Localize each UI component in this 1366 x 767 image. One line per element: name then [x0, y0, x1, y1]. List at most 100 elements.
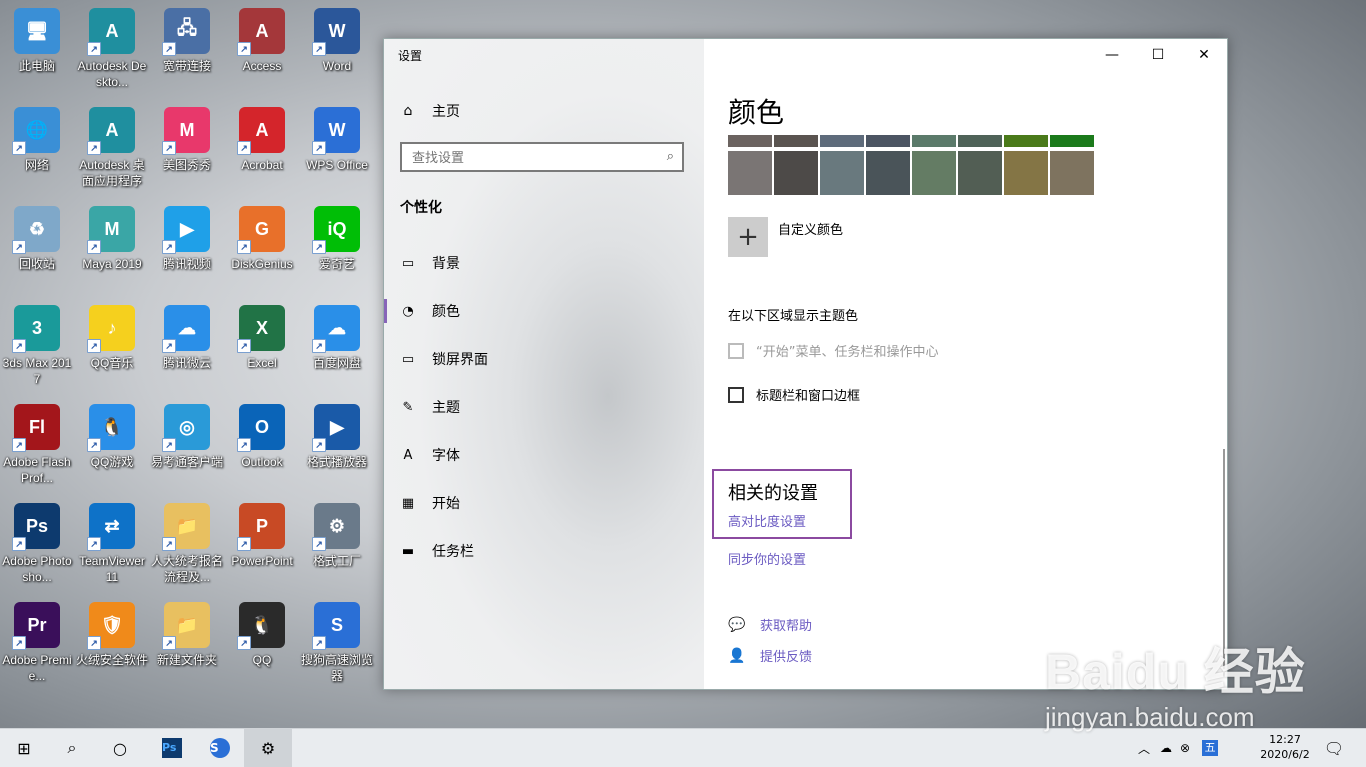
desktop-icon[interactable]: P ↗ PowerPoint — [225, 503, 299, 569]
desktop-icon[interactable]: 📁 ↗ 人大统考报名流程及... — [150, 503, 224, 585]
nav-item-4[interactable]: A 字体 — [384, 435, 704, 475]
color-swatch-top[interactable] — [912, 135, 956, 147]
search-button[interactable]: ⌕ — [48, 729, 96, 767]
desktop-icon[interactable]: A ↗ Autodesk Deskto... — [75, 8, 149, 90]
network-off-icon[interactable]: ⊗ — [1180, 741, 1190, 755]
checkbox-start-taskbar[interactable]: “开始”菜单、任务栏和操作中心 — [728, 341, 938, 360]
desktop-icon-label: 格式工厂 — [312, 554, 361, 568]
color-swatch[interactable] — [1050, 151, 1094, 195]
desktop-icon[interactable]: Ps ↗ Adobe Photosho... — [0, 503, 74, 585]
image-icon: ▭ — [401, 255, 415, 271]
feedback[interactable]: 👤 提供反馈 — [728, 646, 812, 666]
close-button[interactable]: ✕ — [1181, 39, 1227, 71]
checkbox-box[interactable] — [728, 386, 744, 403]
color-swatch-top[interactable] — [728, 135, 772, 147]
desktop-icon-label: Outlook — [241, 455, 283, 469]
desktop-icon[interactable]: A ↗ Acrobat — [225, 107, 299, 173]
nav-item-0[interactable]: ▭ 背景 — [384, 243, 704, 283]
desktop-icon[interactable]: Pr ↗ Adobe Premie... — [0, 602, 74, 684]
checkbox-box[interactable] — [728, 342, 744, 359]
desktop-icon[interactable]: X ↗ Excel — [225, 305, 299, 371]
desktop-icon-label: Excel — [247, 356, 277, 370]
desktop-icon-label: 新建文件夹 — [156, 653, 217, 667]
color-swatch-top[interactable] — [1004, 135, 1048, 147]
desktop-icon[interactable]: 🌐 ↗ 网络 — [0, 107, 74, 173]
start-button[interactable]: ⊞ — [0, 729, 48, 767]
search-icon[interactable]: ⌕ — [667, 149, 674, 164]
desktop-icon[interactable]: ⚙ ↗ 格式工厂 — [300, 503, 374, 569]
color-swatch[interactable] — [728, 151, 772, 195]
color-swatch[interactable] — [820, 151, 864, 195]
desktop-icon[interactable]: 📁 ↗ 新建文件夹 — [150, 602, 224, 668]
color-swatch-top[interactable] — [774, 135, 818, 147]
desktop-icon[interactable]: 🛡 ↗ 火绒安全软件 — [75, 602, 149, 668]
taskbar-sogou-browser[interactable]: S — [196, 729, 244, 767]
checkbox-titlebar[interactable]: 标题栏和窗口边框 — [728, 385, 860, 404]
desktop-icon[interactable]: iQ ↗ 爱奇艺 — [300, 206, 374, 272]
desktop-icon[interactable]: ☁ ↗ 百度网盘 — [300, 305, 374, 371]
nav-item-3[interactable]: ✎ 主题 — [384, 387, 704, 427]
custom-color[interactable]: + 自定义颜色 — [728, 217, 843, 257]
desktop-icon[interactable]: W ↗ Word — [300, 8, 374, 74]
taskbar-settings[interactable]: ⚙ — [244, 729, 292, 767]
desktop-icon[interactable]: A ↗ Autodesk 桌面应用程序 — [75, 107, 149, 189]
app-icon: M ↗ — [87, 206, 135, 254]
nav-home[interactable]: ⌂ 主页 — [400, 101, 460, 121]
desktop-icon[interactable]: G ↗ DiskGenius — [225, 206, 299, 272]
plus-icon[interactable]: + — [728, 217, 768, 257]
desktop-icon[interactable]: ▶ ↗ 腾讯视频 — [150, 206, 224, 272]
desktop-icon[interactable]: W ↗ WPS Office — [300, 107, 374, 173]
desktop-icon[interactable]: ♪ ↗ QQ音乐 — [75, 305, 149, 371]
desktop-icon[interactable]: 🖧 ↗ 宽带连接 — [150, 8, 224, 74]
shortcut-arrow-icon: ↗ — [12, 240, 26, 254]
shortcut-arrow-icon: ↗ — [87, 537, 101, 551]
color-swatch-top[interactable] — [1050, 135, 1094, 147]
desktop-icon[interactable]: A ↗ Access — [225, 8, 299, 74]
desktop-icon[interactable]: 🐧 ↗ QQ游戏 — [75, 404, 149, 470]
search-input[interactable] — [402, 144, 662, 170]
color-swatch[interactable] — [1004, 151, 1048, 195]
color-swatch-top[interactable] — [820, 135, 864, 147]
desktop-icon[interactable]: ▶ ↗ 格式播放器 — [300, 404, 374, 470]
desktop-icon[interactable]: Fl ↗ Adobe Flash Prof... — [0, 404, 74, 486]
desktop-icon[interactable]: ⇄ ↗ TeamViewer 11 — [75, 503, 149, 585]
chevron-up-icon[interactable]: ︿ — [1138, 740, 1150, 757]
palette-icon: ◔ — [402, 303, 414, 319]
color-swatch[interactable] — [912, 151, 956, 195]
nav-item-1[interactable]: ◔ 颜色 — [384, 291, 704, 331]
nav-item-5[interactable]: ▦ 开始 — [384, 483, 704, 523]
desktop-icon[interactable]: S ↗ 搜狗高速浏览器 — [300, 602, 374, 684]
sync-settings-link[interactable]: 同步你的设置 — [728, 549, 806, 568]
feedback-link[interactable]: 提供反馈 — [760, 646, 812, 665]
desktop-icon[interactable]: M ↗ Maya 2019 — [75, 206, 149, 272]
desktop-icon[interactable]: 🐧 ↗ QQ — [225, 602, 299, 668]
desktop-icon[interactable]: ◎ ↗ 易考通客户端 — [150, 404, 224, 470]
ime-indicator[interactable]: 五 — [1202, 740, 1219, 756]
desktop-icon[interactable]: 🖥 此电脑 — [0, 8, 74, 74]
color-swatch[interactable] — [958, 151, 1002, 195]
desktop-icon[interactable]: ♻ ↗ 回收站 — [0, 206, 74, 272]
minimize-button[interactable]: — — [1089, 39, 1135, 71]
desktop-icon[interactable]: ☁ ↗ 腾讯微云 — [150, 305, 224, 371]
app-icon: G ↗ — [237, 206, 285, 254]
get-help-link[interactable]: 获取帮助 — [760, 615, 812, 634]
maximize-button[interactable]: ☐ — [1135, 39, 1181, 71]
desktop-icon[interactable]: M ↗ 美图秀秀 — [150, 107, 224, 173]
color-swatch-top[interactable] — [866, 135, 910, 147]
nav-item-6[interactable]: ▬ 任务栏 — [384, 531, 704, 571]
color-swatch[interactable] — [866, 151, 910, 195]
desktop-icon[interactable]: 3 ↗ 3ds Max 2017 — [0, 305, 74, 387]
taskbar-photoshop[interactable]: Ps — [148, 729, 196, 767]
app-icon: W ↗ — [312, 107, 360, 155]
get-help[interactable]: 💬 获取帮助 — [728, 615, 812, 635]
high-contrast-link[interactable]: 高对比度设置 — [728, 511, 806, 530]
color-swatch-top[interactable] — [958, 135, 1002, 147]
app-glyph: ▶ — [330, 416, 344, 437]
custom-color-label: 自定义颜色 — [778, 223, 844, 238]
nav-item-2[interactable]: ▭ 锁屏界面 — [384, 339, 704, 379]
cortana-button[interactable]: ○ — [96, 729, 144, 767]
cloud-icon[interactable]: ☁ — [1160, 741, 1172, 755]
shortcut-arrow-icon: ↗ — [12, 438, 26, 452]
desktop-icon[interactable]: O ↗ Outlook — [225, 404, 299, 470]
color-swatch[interactable] — [774, 151, 818, 195]
